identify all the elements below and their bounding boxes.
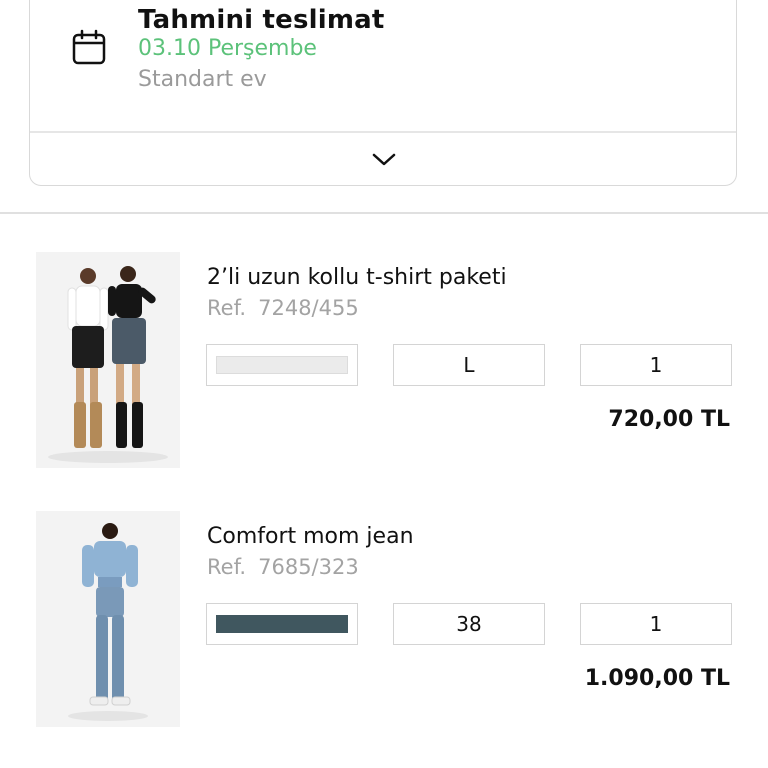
product-image[interactable] (36, 252, 180, 468)
ref-label: Ref. (207, 555, 247, 579)
ref-number: 7685/323 (258, 555, 359, 579)
color-selector[interactable] (206, 603, 358, 645)
color-selector[interactable] (206, 344, 358, 386)
quantity-selector[interactable]: 1 (580, 344, 732, 386)
card-divider (30, 131, 736, 133)
cart-item: Comfort mom jean Ref. 7685/323 38 1 1.090… (0, 509, 768, 729)
product-name[interactable]: Comfort mom jean (207, 524, 414, 549)
delivery-title: Tahmini teslimat (138, 5, 385, 35)
size-selector[interactable]: 38 (393, 603, 545, 645)
chevron-down-icon[interactable] (370, 151, 398, 169)
ref-label: Ref. (207, 296, 247, 320)
size-selector[interactable]: L (393, 344, 545, 386)
delivery-card: Tahmini teslimat 03.10 Perşembe Standart… (29, 0, 737, 186)
product-ref: Ref. 7248/455 (207, 296, 359, 320)
quantity-selector[interactable]: 1 (580, 603, 732, 645)
calendar-icon (72, 29, 106, 65)
product-price: 1.090,00 TL (584, 666, 730, 691)
delivery-method: Standart ev (138, 67, 267, 92)
cart-item: 2’li uzun kollu t-shirt paketi Ref. 7248/… (0, 250, 768, 470)
product-name[interactable]: 2’li uzun kollu t-shirt paketi (207, 265, 507, 290)
product-price: 720,00 TL (608, 407, 730, 432)
product-image[interactable] (36, 511, 180, 727)
delivery-date: 03.10 Perşembe (138, 36, 317, 61)
section-divider (0, 212, 768, 214)
ref-number: 7248/455 (258, 296, 359, 320)
cart-screen: Tahmini teslimat 03.10 Perşembe Standart… (0, 0, 768, 768)
color-swatch (216, 356, 348, 374)
product-ref: Ref. 7685/323 (207, 555, 359, 579)
color-swatch (216, 615, 348, 633)
